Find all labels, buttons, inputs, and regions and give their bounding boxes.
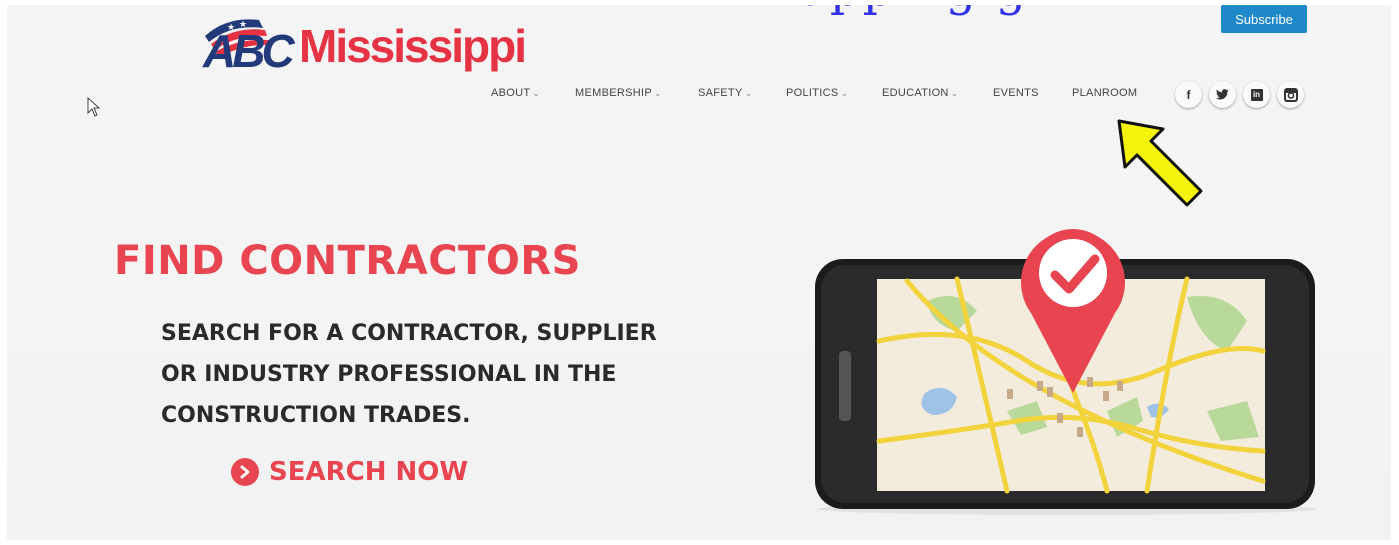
logo-abc-text: ABC — [203, 25, 295, 77]
nav-item-about[interactable]: ABOUT ⌄ — [491, 87, 540, 99]
hero-description-line: OR INDUSTRY PROFESSIONAL IN THE — [161, 362, 617, 387]
mouse-cursor-icon — [87, 97, 101, 117]
instagram-button[interactable] — [1277, 81, 1304, 108]
twitter-icon — [1216, 89, 1229, 100]
linkedin-button[interactable]: in — [1243, 81, 1270, 108]
phone-map-illustration — [815, 229, 1317, 515]
hero-description-line: CONSTRUCTION TRADES. — [161, 403, 471, 428]
twitter-button[interactable] — [1209, 81, 1236, 108]
nav-item-events[interactable]: EVENTS — [993, 87, 1039, 99]
subscribe-button[interactable]: Subscribe — [1221, 5, 1307, 33]
facebook-button[interactable]: f — [1175, 81, 1202, 108]
chevron-down-icon: ⌄ — [950, 88, 959, 98]
nav-label: SAFETY — [698, 87, 743, 99]
chevron-down-icon: ⌄ — [840, 88, 849, 98]
nav-label: MEMBERSHIP — [575, 87, 652, 99]
search-now-link[interactable]: SEARCH NOW — [231, 457, 468, 487]
abc-flag-logo-mark: ★ ★ ABC — [197, 14, 307, 77]
nav-item-politics[interactable]: POLITICS ⌄ — [786, 87, 848, 99]
nav-item-planroom[interactable]: PLANROOM — [1072, 87, 1137, 99]
chevron-down-icon: ⌄ — [744, 88, 753, 98]
nav-label: EDUCATION — [882, 87, 949, 99]
logo-mississippi-text: Mississippi — [299, 20, 527, 72]
nav-item-education[interactable]: EDUCATION ⌄ — [882, 87, 959, 99]
search-now-label: SEARCH NOW — [269, 457, 469, 487]
nav-label: ABOUT — [491, 87, 531, 99]
highlight-arrow-icon — [1117, 119, 1203, 207]
hero-title: FIND CONTRACTORS — [114, 238, 581, 284]
hero-description-line: SEARCH FOR A CONTRACTOR, SUPPLIER — [161, 321, 657, 346]
nav-item-membership[interactable]: MEMBERSHIP ⌄ — [575, 87, 662, 99]
chevron-down-icon: ⌄ — [653, 88, 662, 98]
nav-label: POLITICS — [786, 87, 839, 99]
facebook-icon: f — [1186, 87, 1191, 102]
hero-description: SEARCH FOR A CONTRACTOR, SUPPLIER OR IND… — [161, 313, 741, 436]
instagram-icon — [1283, 87, 1298, 102]
web-page: upping g ★ ★ ABC Mississippi Subscribe A… — [7, 5, 1391, 540]
video-overlay-caption: upping g — [797, 5, 1028, 17]
chevron-right-circle-icon — [231, 458, 259, 486]
nav-item-safety[interactable]: SAFETY ⌄ — [698, 87, 752, 99]
linkedin-icon: in — [1250, 88, 1263, 101]
chevron-down-icon: ⌄ — [532, 88, 541, 98]
site-logo[interactable]: ★ ★ ABC Mississippi — [197, 13, 527, 77]
